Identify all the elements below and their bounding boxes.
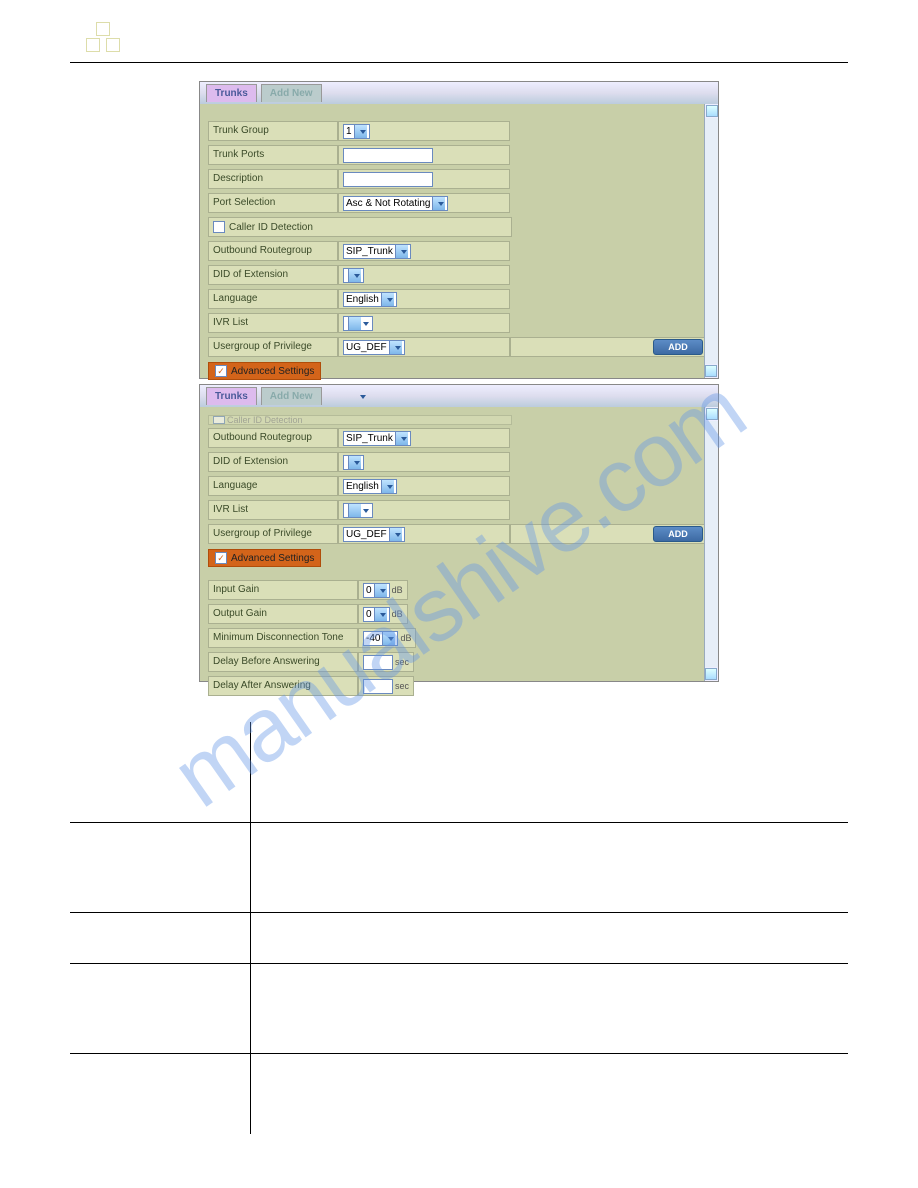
logo-icon <box>80 20 130 60</box>
checkbox-advanced[interactable]: ✓ <box>215 365 227 377</box>
tab-add-new[interactable]: Add New <box>261 387 322 405</box>
add-button[interactable]: ADD <box>653 526 703 542</box>
table-header-field <box>70 722 250 772</box>
table-row <box>250 913 848 964</box>
scroll-up-icon[interactable] <box>706 408 718 420</box>
input-delay-before[interactable] <box>363 655 393 670</box>
table-row <box>70 913 250 964</box>
select-outbound[interactable]: SIP_Trunk <box>343 431 411 446</box>
select-language[interactable]: English <box>343 479 397 494</box>
select-trunk-group[interactable]: 1 <box>343 124 370 139</box>
unit-db: dB <box>392 585 403 595</box>
select-outbound[interactable]: SIP_Trunk <box>343 244 411 259</box>
label-port-selection: Port Selection <box>208 193 338 213</box>
divider <box>70 62 848 63</box>
label-delay-before: Delay Before Answering <box>208 652 358 672</box>
tab-add-new[interactable]: Add New <box>261 84 322 102</box>
table-row <box>70 772 250 823</box>
select-min-disc[interactable]: -40 <box>363 631 398 646</box>
label-ivr: IVR List <box>208 500 338 520</box>
table-row <box>250 823 848 913</box>
label-trunk-group: Trunk Group <box>208 121 338 141</box>
label-outbound: Outbound Routegroup <box>208 241 338 261</box>
scroll-down-icon[interactable] <box>705 668 717 680</box>
advanced-settings-toggle[interactable]: ✓ Advanced Settings <box>208 549 321 567</box>
label-trunk-ports: Trunk Ports <box>208 145 338 165</box>
table-row <box>70 964 250 1054</box>
screenshot-trunks-top: Trunks Add New Trunk Group 1 Trunk Ports… <box>199 81 719 379</box>
label-description: Description <box>208 169 338 189</box>
select-usergroup[interactable]: UG_DEF <box>343 527 405 542</box>
scroll-up-icon[interactable] <box>706 105 718 117</box>
label-usergroup: Usergroup of Privilege <box>208 337 338 357</box>
tab-bar: Trunks Add New <box>200 385 718 407</box>
table-row <box>250 772 848 823</box>
select-ivr[interactable] <box>343 316 373 331</box>
checkbox-advanced[interactable]: ✓ <box>215 552 227 564</box>
input-description[interactable] <box>343 172 433 187</box>
label-delay-after: Delay After Answering <box>208 676 358 696</box>
field-description-table <box>70 722 848 1134</box>
add-button[interactable]: ADD <box>653 339 703 355</box>
label-did: DID of Extension <box>208 265 338 285</box>
label-usergroup: Usergroup of Privilege <box>208 524 338 544</box>
select-port-selection[interactable]: Asc & Not Rotating <box>343 196 448 211</box>
screenshot-trunks-bottom: Trunks Add New Caller ID Detection Outbo… <box>199 384 719 682</box>
select-ivr[interactable] <box>343 503 373 518</box>
tab-trunks[interactable]: Trunks <box>206 387 257 405</box>
label-language: Language <box>208 476 338 496</box>
label-input-gain: Input Gain <box>208 580 358 600</box>
select-output-gain[interactable]: 0 <box>363 607 390 622</box>
table-row <box>250 964 848 1054</box>
label-caller-id: Caller ID Detection <box>229 222 313 233</box>
select-did[interactable] <box>343 455 364 470</box>
table-header-desc <box>250 722 848 772</box>
select-input-gain[interactable]: 0 <box>363 583 390 598</box>
unit-sec: sec <box>395 657 409 667</box>
label-min-disc: Minimum Disconnection Tone <box>208 628 358 648</box>
page: Trunks Add New Trunk Group 1 Trunk Ports… <box>0 0 918 1154</box>
checkbox-caller-id-partial[interactable] <box>213 416 225 424</box>
unit-sec: sec <box>395 681 409 691</box>
scrollbar[interactable] <box>704 104 718 378</box>
unit-db: dB <box>392 609 403 619</box>
tab-bar: Trunks Add New <box>200 82 718 104</box>
scroll-down-icon[interactable] <box>705 365 717 377</box>
table-row <box>70 823 250 913</box>
unit-db: dB <box>400 633 411 643</box>
select-did[interactable] <box>343 268 364 283</box>
select-language[interactable]: English <box>343 292 397 307</box>
label-did: DID of Extension <box>208 452 338 472</box>
label-language: Language <box>208 289 338 309</box>
input-delay-after[interactable] <box>363 679 393 694</box>
scrollbar[interactable] <box>704 407 718 681</box>
label-ivr: IVR List <box>208 313 338 333</box>
select-usergroup[interactable]: UG_DEF <box>343 340 405 355</box>
label-outbound: Outbound Routegroup <box>208 428 338 448</box>
advanced-settings-toggle[interactable]: ✓ Advanced Settings <box>208 362 321 380</box>
tab-trunks[interactable]: Trunks <box>206 84 257 102</box>
label-output-gain: Output Gain <box>208 604 358 624</box>
checkbox-caller-id[interactable] <box>213 221 225 233</box>
input-trunk-ports[interactable] <box>343 148 433 163</box>
